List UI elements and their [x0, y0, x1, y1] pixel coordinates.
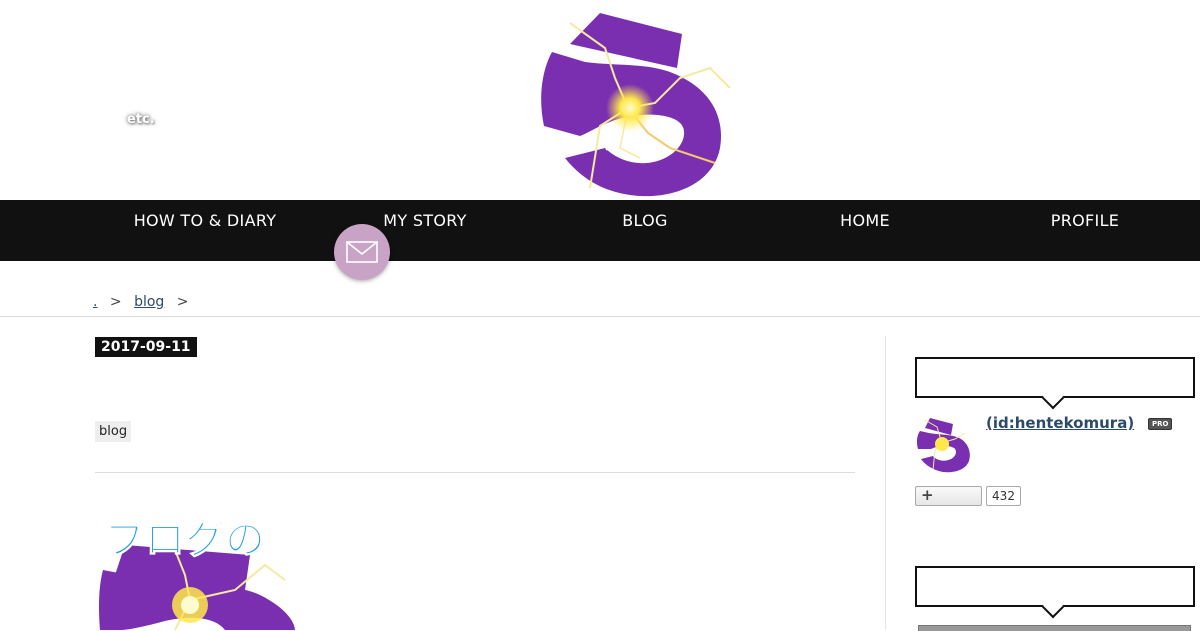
mail-icon [346, 241, 378, 263]
site-logo-icon[interactable] [530, 8, 740, 200]
breadcrumb-category-link[interactable]: blog [134, 294, 164, 310]
header-tagline: etc. [127, 112, 155, 127]
follower-count: 432 [986, 486, 1021, 506]
breadcrumb-separator: > [176, 294, 189, 310]
header-divider [0, 316, 1200, 317]
pro-badge: PRO [1148, 418, 1173, 430]
nav-item-profile[interactable]: PROFILE [975, 211, 1195, 230]
avatar[interactable] [915, 415, 971, 473]
nav-item-blog[interactable]: BLOG [535, 211, 755, 230]
main-nav: HOW TO & DIARY MY STORY BLOG HOME PROFIL… [0, 200, 1200, 261]
article-date[interactable]: 2017-09-11 [95, 337, 197, 357]
profile-widget-title [915, 357, 1195, 410]
sidebar-widget-title [915, 566, 1195, 619]
site-header: etc. [0, 0, 1200, 200]
sidebar-divider [885, 336, 886, 630]
breadcrumb: . > blog > [93, 294, 197, 310]
nav-item-home[interactable]: HOME [755, 211, 975, 230]
article-divider [95, 472, 855, 473]
eyecatch-title: ブログの [105, 517, 265, 563]
widget-title-caret [1041, 386, 1065, 410]
widget-title-caret [1041, 595, 1065, 619]
breadcrumb-separator: > [109, 294, 122, 310]
article-category-tag[interactable]: blog [95, 421, 132, 442]
plus-icon: + [921, 486, 934, 504]
sidebar-widget-box [918, 625, 1191, 631]
article-eyecatch-image: ブログの [95, 505, 310, 630]
breadcrumb-home-link[interactable]: . [93, 294, 97, 310]
mail-button[interactable] [334, 224, 390, 280]
follow-button[interactable]: + [915, 486, 982, 506]
nav-item-how-to-diary[interactable]: HOW TO & DIARY [95, 211, 315, 230]
profile-id-link[interactable]: (id:hentekomura) [986, 414, 1134, 432]
